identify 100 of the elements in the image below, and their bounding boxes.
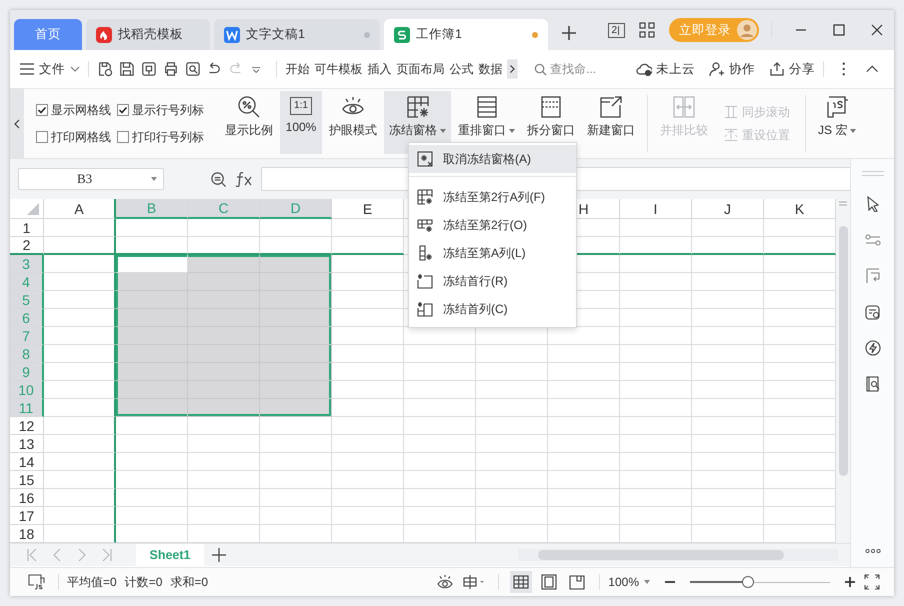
next-sheet-icon[interactable]: [76, 548, 88, 562]
menu-item[interactable]: 冻结首列(C): [409, 295, 576, 323]
reorder-icon[interactable]: [864, 268, 880, 284]
grid-cell[interactable]: [116, 291, 188, 309]
template-icon[interactable]: [864, 304, 880, 320]
grid-cell[interactable]: [116, 363, 188, 381]
more-vertical-icon[interactable]: [842, 61, 846, 77]
grid-cell[interactable]: [260, 327, 332, 345]
menu-tab[interactable]: 可牛模板: [314, 60, 362, 78]
row-header[interactable]: 12: [10, 417, 44, 435]
ribbon-button[interactable]: 护眼模式: [324, 91, 382, 154]
apps-grid-icon[interactable]: [639, 22, 655, 38]
row-header[interactable]: 15: [10, 471, 44, 489]
checkbox-option[interactable]: 打印网格线: [36, 128, 111, 146]
checkbox-option[interactable]: 打印行号列标: [117, 128, 204, 146]
checkbox[interactable]: [36, 131, 48, 143]
grid-cell[interactable]: [44, 255, 116, 273]
row-header[interactable]: 17: [10, 507, 44, 525]
grid-cell[interactable]: [44, 489, 116, 507]
file-menu[interactable]: 文件: [20, 60, 80, 78]
grid-cell[interactable]: [260, 255, 332, 273]
cursor-icon[interactable]: [864, 196, 880, 212]
first-sheet-icon[interactable]: [26, 548, 38, 562]
document-tab[interactable]: 文字文稿1: [214, 19, 380, 50]
grid-cell[interactable]: [188, 255, 260, 273]
grid-cell[interactable]: [44, 435, 116, 453]
checkbox-option[interactable]: 显示行号列标: [117, 102, 204, 118]
save-cloud-icon[interactable]: [97, 60, 113, 78]
print-icon[interactable]: [162, 60, 178, 78]
grid-cell[interactable]: [260, 273, 332, 291]
ribbon-button[interactable]: 新建窗口: [582, 91, 640, 154]
command-search-field[interactable]: 查找命...: [534, 62, 622, 76]
fullscreen-icon[interactable]: [864, 574, 880, 590]
last-sheet-icon[interactable]: [101, 548, 113, 562]
grid-cell[interactable]: [44, 237, 116, 255]
grid-cell[interactable]: [260, 399, 332, 417]
new-tab-icon[interactable]: [562, 26, 576, 40]
grid-cell[interactable]: [44, 471, 116, 489]
ribbon-button[interactable]: 1:1 100%: [280, 91, 322, 154]
vertical-scrollbar[interactable]: [836, 199, 850, 543]
preview-icon[interactable]: [184, 60, 200, 78]
toolbar-action[interactable]: 分享: [769, 60, 816, 78]
menu-tab[interactable]: 开始: [285, 60, 310, 78]
checkbox[interactable]: [36, 104, 48, 116]
toolbar-action[interactable]: 未上云: [636, 60, 696, 78]
grid-cell[interactable]: [260, 291, 332, 309]
row-header[interactable]: 1: [10, 219, 44, 237]
menu-tab[interactable]: 插入: [367, 60, 392, 78]
document-tab[interactable]: 找稻壳模板: [86, 19, 210, 50]
toolbar-action[interactable]: 协作: [709, 60, 756, 78]
ribbon-scroll-left[interactable]: [10, 89, 24, 158]
menu-tab[interactable]: 数据: [478, 60, 502, 78]
row-header[interactable]: 13: [10, 435, 44, 453]
grid-cell[interactable]: [116, 327, 188, 345]
book-search-icon[interactable]: [864, 376, 880, 392]
column-header[interactable]: I: [620, 199, 692, 219]
function-icon[interactable]: [235, 171, 253, 187]
menu-item[interactable]: 冻结至第A列(L): [409, 239, 576, 267]
column-header[interactable]: J: [692, 199, 764, 219]
grid-cell[interactable]: [116, 309, 188, 327]
grid-cell[interactable]: [44, 453, 116, 471]
select-all-icon[interactable]: [27, 203, 39, 215]
grid-cell[interactable]: [260, 363, 332, 381]
menu-tab[interactable]: 页面布局: [396, 60, 444, 78]
close-icon[interactable]: [871, 24, 883, 36]
grid-cell[interactable]: [260, 345, 332, 363]
menu-tab[interactable]: 公式: [449, 60, 474, 78]
column-header[interactable]: E: [332, 199, 404, 219]
zoom-in-icon[interactable]: [844, 576, 856, 588]
zoom-dropdown[interactable]: 100%: [608, 575, 650, 589]
grid-cell[interactable]: [44, 219, 116, 237]
collapse-icon[interactable]: [866, 65, 878, 73]
row-header[interactable]: 14: [10, 453, 44, 471]
grid-cell[interactable]: [188, 399, 260, 417]
ribbon-button[interactable]: JS 宏: [813, 91, 862, 154]
checkbox[interactable]: [117, 131, 129, 143]
grid-cell[interactable]: [116, 273, 188, 291]
maximize-icon[interactable]: [833, 24, 845, 36]
eye-icon[interactable]: [436, 574, 454, 590]
row-header[interactable]: 16: [10, 489, 44, 507]
more-icon[interactable]: [864, 549, 880, 553]
chevron-right-icon[interactable]: [507, 58, 518, 80]
grip-icon[interactable]: [839, 201, 847, 206]
export-icon[interactable]: [140, 60, 157, 78]
grid-cell[interactable]: [116, 381, 188, 399]
ribbon-button[interactable]: 显示比例: [220, 91, 278, 154]
name-box[interactable]: B3: [18, 168, 164, 190]
grid-cell[interactable]: [44, 507, 116, 525]
grid-cell[interactable]: [260, 381, 332, 399]
prev-sheet-icon[interactable]: [51, 548, 63, 562]
checkbox[interactable]: [117, 104, 129, 116]
crosshair-icon[interactable]: [462, 574, 486, 590]
checkbox-option[interactable]: 显示网格线: [36, 102, 111, 118]
grid-cell[interactable]: [260, 309, 332, 327]
grid-cell[interactable]: [188, 273, 260, 291]
grid-cell[interactable]: [44, 417, 116, 435]
lightning-icon[interactable]: [864, 340, 880, 356]
document-tab[interactable]: 工作簿1: [384, 19, 548, 50]
add-sheet-icon[interactable]: [212, 548, 226, 562]
menu-item[interactable]: 冻结首行(R): [409, 267, 576, 295]
